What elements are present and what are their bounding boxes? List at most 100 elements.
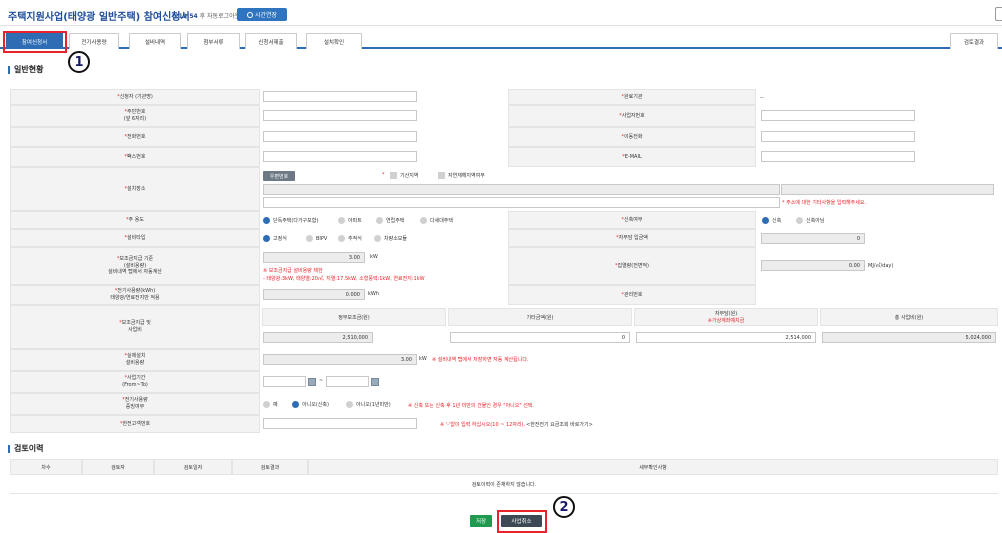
kepco-link[interactable]: <한전전기 요금조회 바로가기> — [526, 421, 593, 428]
phone-input[interactable] — [263, 131, 417, 142]
page-title: 주택지원사업(태양광 일반주택) 참여신청서 — [8, 12, 190, 23]
fax-input[interactable] — [263, 151, 417, 162]
tab-equipment[interactable]: 설비내역 — [129, 33, 181, 49]
subsidy-header-note: ※가상계좌예치금 — [707, 318, 745, 324]
period-to-input[interactable] — [326, 376, 369, 387]
address-note: * 주소에 대한 기타사항을 입력해주세요. — [782, 200, 867, 206]
disaster-checkbox[interactable]: 자연재해지역여부 — [438, 172, 485, 179]
calendar-icon[interactable] — [308, 378, 316, 386]
irradiance-label: *집열량(전면적) — [508, 247, 756, 285]
period-separator: ~ — [319, 378, 324, 384]
address-main-input[interactable] — [263, 184, 780, 195]
mobile-label: *이동전화 — [508, 127, 756, 147]
bizno-label: *사업자번호 — [508, 105, 756, 127]
area-checkbox-label: 기산지역 — [400, 173, 419, 179]
subsidy-header-gov: 정부보조금(원) — [262, 308, 446, 326]
kepco-number-input[interactable] — [263, 418, 417, 429]
proof-option-new[interactable]: 아니오(신축) — [292, 401, 329, 408]
capacity-input: 3.00 — [263, 252, 365, 263]
usage-unit: kWh — [368, 291, 380, 297]
bizno-input[interactable] — [761, 110, 915, 121]
history-header-date: 검토일자 — [154, 459, 232, 475]
required-mark: * — [382, 172, 385, 178]
irradiance-input: 0.00 — [761, 260, 865, 271]
tab-application[interactable]: 참여신청서 — [6, 33, 63, 49]
actual-capacity-value: 3.00 — [263, 354, 417, 365]
type-option-tracking[interactable]: 추적식 — [338, 235, 362, 242]
use-option-multiunit[interactable]: 다세대주택 — [420, 217, 453, 224]
calendar-icon[interactable] — [371, 378, 379, 386]
period-from-input[interactable] — [263, 376, 306, 387]
usage-input: 0.000 — [263, 289, 365, 300]
section-history: 검토이력 — [8, 443, 43, 454]
use-option-label: 아파트 — [348, 218, 362, 224]
general-form: *신청자 (기관명) *완료기관 -- *주민번호 (앞 6자리) *사업자번호… — [10, 89, 998, 433]
address-zip-input[interactable] — [781, 184, 994, 195]
email-input[interactable] — [761, 151, 915, 162]
proof-option-yes[interactable]: 예 — [263, 401, 278, 408]
capacity-note: ※ 보조금지급 설비용량 제한 — [263, 268, 323, 274]
new-build-label: *신축여부 — [508, 211, 756, 229]
use-option-townhouse[interactable]: 연립주택 — [376, 217, 404, 224]
self-pay-input[interactable]: 0 — [761, 233, 865, 244]
new-build-option-yes[interactable]: 신축 — [762, 217, 781, 224]
side-panel-handle[interactable] — [995, 7, 1002, 21]
tab-installation-check[interactable]: 설치확인 — [306, 33, 362, 49]
extend-session-label: 시간연장 — [254, 12, 278, 19]
subsidy-header-total: 총 사업비(원) — [820, 308, 998, 326]
subsidy-self-input[interactable]: 2,514,000 — [636, 332, 816, 343]
tab-review-result[interactable]: 검토결과 — [950, 33, 998, 49]
save-button[interactable]: 저장 — [470, 515, 492, 527]
type-option-module[interactable]: 차량소모듈 — [374, 235, 407, 242]
subsidy-other-input[interactable]: 0 — [450, 332, 630, 343]
radio-icon — [420, 217, 427, 224]
tab-label: 신청서제출 — [258, 39, 284, 46]
tab-label: 참여신청서 — [21, 39, 48, 46]
phone-label: *전화번호 — [10, 127, 260, 147]
address-detail-input[interactable] — [263, 197, 780, 208]
capacity-limits: - 태양광:3kW, 태양열:20㎡, 지열:17.5kW, 소형풍력:1kW,… — [263, 276, 425, 282]
proof-option-label: 아니오(1년미만) — [356, 402, 391, 408]
irradiance-unit: MJ/㎡/day) — [868, 263, 894, 269]
type-option-label: 추적식 — [348, 236, 362, 242]
subsidy-header-other: 기타금액(원) — [448, 308, 632, 326]
history-empty-message: 검토이력이 존재하지 않습니다. — [10, 476, 998, 494]
applicant-input[interactable] — [263, 91, 417, 102]
type-option-bipv[interactable]: BIPV — [306, 235, 327, 242]
id-input[interactable] — [263, 110, 417, 121]
agency-label: *완료기관 — [508, 89, 756, 105]
type-option-label: 차량소모듈 — [384, 236, 408, 242]
proof-option-under-year[interactable]: 아니오(1년미만) — [346, 401, 391, 408]
mobile-input[interactable] — [761, 131, 915, 142]
type-option-fixed[interactable]: 고정식 — [263, 235, 287, 242]
tab-attachments[interactable]: 첨부서류 — [187, 33, 240, 49]
subsidy-gov-value: 2,510,000 — [263, 332, 373, 343]
use-option-apartment[interactable]: 아파트 — [338, 217, 362, 224]
section-general: 일반현황 — [8, 64, 43, 75]
use-option-label: 연립주택 — [386, 218, 405, 224]
cancel-project-button[interactable]: 사업취소 — [501, 515, 542, 527]
tab-label: 첨부서류 — [203, 39, 224, 46]
new-build-option-no[interactable]: 신축아님 — [796, 217, 824, 224]
proof-note: ※ 신축 또는 신축 후 1년 미만의 건물인 경우 "아니오" 선택. — [408, 403, 535, 409]
radio-icon — [762, 217, 769, 224]
history-header-round: 차수 — [10, 459, 82, 475]
postcode-button[interactable]: 우편번호 — [263, 171, 295, 181]
equipment-type-label: *설비타입 — [10, 229, 260, 247]
tab-label: 전기사용량 — [81, 39, 107, 46]
timer-value: 0:19:54 — [172, 13, 198, 20]
usage-proof-label: *전기사용량 증빙여부 — [10, 393, 260, 415]
radio-icon — [374, 235, 381, 242]
tab-submission[interactable]: 신청서제출 — [245, 33, 297, 49]
subsidy-total-value: 5,024,000 — [822, 332, 996, 343]
use-option-detached[interactable]: 단독주택(다가구포함) — [263, 217, 318, 224]
kepco-note: ※ '-'없이 입력 하십시오(10 ~ 12자리). — [440, 422, 526, 428]
tab-electricity-usage[interactable]: 전기사용량 — [69, 33, 119, 49]
radio-icon — [263, 217, 270, 224]
proof-option-label: 아니오(신축) — [302, 402, 329, 408]
history-table: 차수 검토자 검토일자 검토결과 세부확인사항 검토이력이 존재하지 않습니다. — [10, 459, 998, 495]
session-timer: 0:19:54 후 자동로그아웃 — [172, 11, 240, 20]
usage-label: *전기사용량(kWh) 태양광/연료전지만 적용 — [10, 285, 260, 305]
area-checkbox[interactable]: 기산지역 — [390, 172, 418, 179]
extend-session-button[interactable]: 시간연장 — [237, 8, 287, 21]
